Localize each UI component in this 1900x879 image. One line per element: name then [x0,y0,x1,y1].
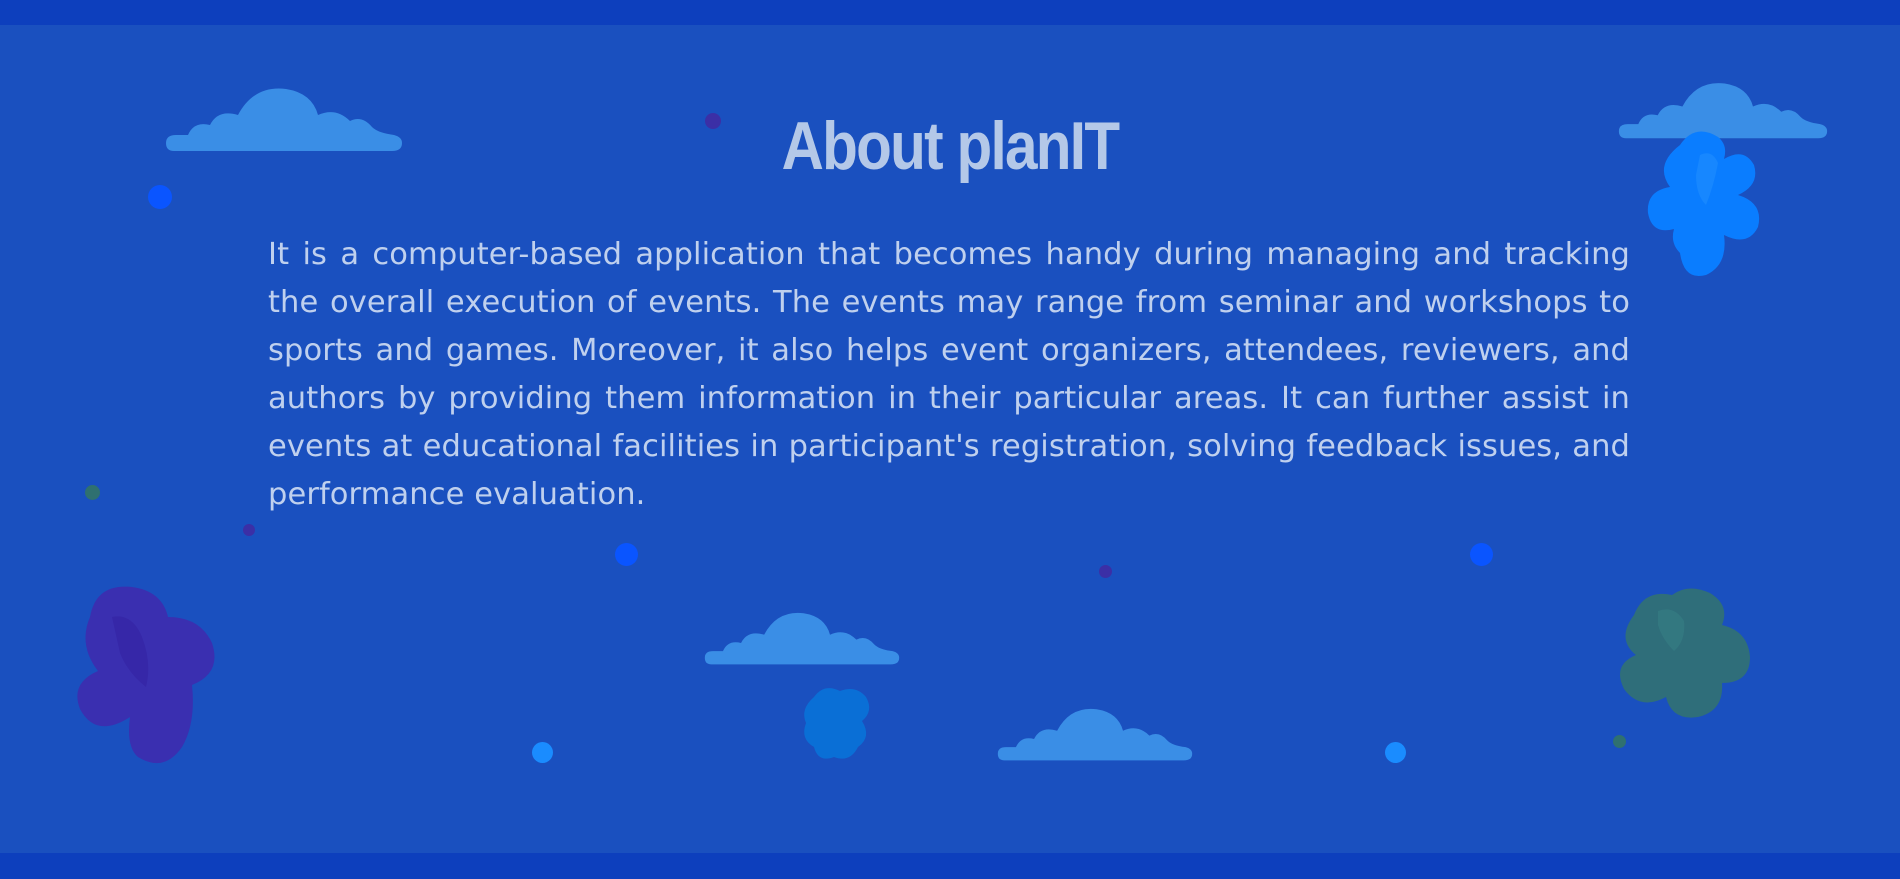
dot [85,485,100,500]
section-title: About planIT [781,108,1120,184]
dot [1613,735,1626,748]
blob-shape [77,586,215,764]
cloud-icon [704,612,900,665]
dot [148,185,172,209]
blob-shape [1620,588,1750,718]
top-band [0,0,1900,25]
blob-shape [804,688,870,759]
dot [1385,742,1406,763]
about-description: It is a computer-based application that … [268,237,1630,512]
dot [1470,543,1493,566]
dot [615,543,638,566]
dot [243,524,255,536]
bottom-band [0,853,1900,879]
dot [532,742,553,763]
dot [1099,565,1112,578]
about-section: About planIT It is a computer-based appl… [0,25,1900,853]
cloud-icon [997,708,1193,761]
